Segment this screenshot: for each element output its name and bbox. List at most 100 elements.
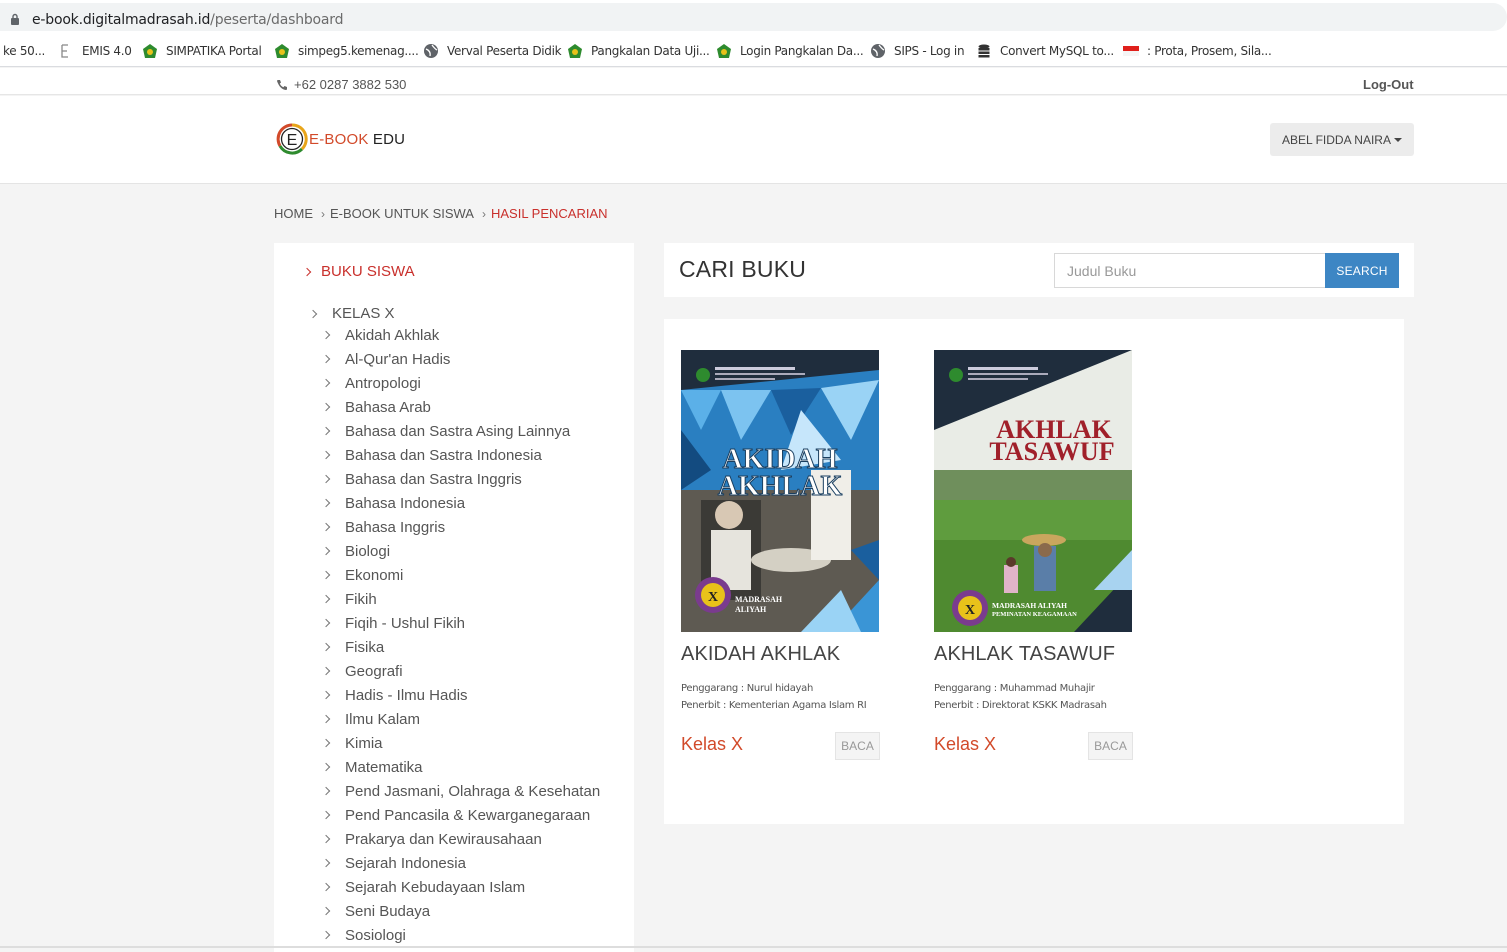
chevron-right-icon xyxy=(321,570,331,580)
book-footer: Kelas X BACA xyxy=(934,730,1134,760)
bookmark-item[interactable]: ke 50... xyxy=(3,41,45,61)
chevron-right-icon: › xyxy=(481,206,486,221)
sidebar-subject-label: Pend Pancasila & Kewarganegaraan xyxy=(345,806,591,824)
book-title[interactable]: AKIDAH AKHLAK xyxy=(681,643,881,666)
search-panel: CARI BUKU SEARCH xyxy=(664,243,1414,297)
bookmark-item[interactable]: Pangkalan Data Uji... xyxy=(567,41,710,61)
sidebar-subject-item[interactable]: Bahasa dan Sastra Indonesia xyxy=(321,443,600,467)
book-author: Penggarang : Muhammad Muhajir xyxy=(934,683,1095,694)
sidebar-subject-item[interactable]: Bahasa Inggris xyxy=(321,515,600,539)
book-cover[interactable]: X MADRASAH ALIYAH PEMINATAN KEAGAMAAN AK… xyxy=(934,350,1132,632)
sidebar-subject-item[interactable]: Fisika xyxy=(321,635,600,659)
bookmark-item[interactable]: simpeg5.kemenag.... xyxy=(274,41,419,61)
sidebar-item-kelas-x[interactable]: KELAS X xyxy=(308,305,395,322)
sidebar-subject-label: Biologi xyxy=(345,542,391,560)
sidebar-subject-item[interactable]: Bahasa Arab xyxy=(321,395,600,419)
kemenag-icon xyxy=(143,44,157,58)
sidebar-subject-label: Sejarah Indonesia xyxy=(345,854,466,872)
url-text: e-book.digitalmadrasah.id/peserta/dashbo… xyxy=(32,12,344,28)
chevron-right-icon xyxy=(321,594,331,604)
bookmark-item[interactable]: Convert MySQL to... xyxy=(976,41,1114,61)
bookmark-item[interactable]: Login Pangkalan Da... xyxy=(716,41,864,61)
sidebar-subject-item[interactable]: Ilmu Kalam xyxy=(321,707,600,731)
chevron-right-icon xyxy=(321,906,331,916)
sidebar-subject-label: Bahasa Indonesia xyxy=(345,494,466,512)
user-name: ABEL FIDDA NAIRA xyxy=(1282,132,1391,147)
sidebar-subject-item[interactable]: Bahasa Indonesia xyxy=(321,491,600,515)
sidebar-subject-item[interactable]: Hadis - Ilmu Hadis xyxy=(321,683,600,707)
cover-subtitle-line1: MADRASAH ALIYAH xyxy=(992,601,1067,610)
sidebar-subject-item[interactable]: Pend Pancasila & Kewarganegaraan xyxy=(321,803,600,827)
sidebar-subject-item[interactable]: Bahasa dan Sastra Inggris xyxy=(321,467,600,491)
logo-text-ebook: E-BOOK xyxy=(309,130,369,148)
chevron-right-icon xyxy=(321,450,331,460)
sidebar-subject-item[interactable]: Geografi xyxy=(321,659,600,683)
contact-phone: +62 0287 3882 530 xyxy=(276,77,406,92)
sidebar-subject-item[interactable]: Sosiologi xyxy=(321,923,600,947)
breadcrumb-current: HASIL PENCARIAN xyxy=(490,206,608,221)
sidebar-subject-item[interactable]: Sejarah Kebudayaan Islam xyxy=(321,875,600,899)
cover-subtitle-line1: MADRASAH xyxy=(735,595,783,604)
bookmark-label: : Prota, Prosem, Sila... xyxy=(1147,44,1272,58)
bookmark-item[interactable]: Verval Peserta Didik xyxy=(423,41,562,61)
caret-down-icon xyxy=(1393,137,1402,142)
cover-badge-letter: X xyxy=(965,603,975,618)
sidebar-subject-item[interactable]: Pend Jasmani, Olahraga & Kesehatan xyxy=(321,779,601,803)
sidebar-heading-buku-siswa[interactable]: BUKU SISWA xyxy=(302,263,415,280)
logout-link[interactable]: Log-Out xyxy=(1363,77,1414,92)
sidebar-subject-item[interactable]: Kimia xyxy=(321,731,600,755)
bookmark-label: Convert MySQL to... xyxy=(1000,44,1114,58)
breadcrumb-ebook-siswa[interactable]: E-BOOK UNTUK SISWA xyxy=(330,206,474,221)
sidebar-subject-item[interactable]: Ekonomi xyxy=(321,563,600,587)
bookmark-item[interactable]: : Prota, Prosem, Sila... xyxy=(1123,41,1272,61)
sidebar-kelas-label: KELAS X xyxy=(332,305,395,322)
sidebar-subject-label: Geografi xyxy=(345,662,403,680)
sidebar-subject-item[interactable]: Akidah Akhlak xyxy=(321,323,600,347)
chevron-right-icon xyxy=(321,354,331,364)
bookmark-label: Verval Peserta Didik xyxy=(447,44,562,58)
bookmark-item[interactable]: SIPS - Log in xyxy=(870,41,965,61)
sidebar-subject-item[interactable]: Sejarah Indonesia xyxy=(321,851,600,875)
sidebar-subject-item[interactable]: Prakarya dan Kewirausahaan xyxy=(321,827,600,851)
bookmark-label: simpeg5.kemenag.... xyxy=(298,44,419,58)
read-button[interactable]: BACA xyxy=(1088,732,1133,760)
user-menu-button[interactable]: ABEL FIDDA NAIRA xyxy=(1270,123,1414,156)
chevron-right-icon xyxy=(321,930,331,940)
bookmark-item[interactable]: SIMPATIKA Portal xyxy=(142,41,262,61)
site-logo[interactable]: E E-BOOK EDU xyxy=(276,123,405,155)
book-footer: Kelas X BACA xyxy=(681,730,881,760)
sidebar-subject-item[interactable]: Fiqih - Ushul Fikih xyxy=(321,611,600,635)
sidebar-subject-item[interactable]: Antropologi xyxy=(321,371,600,395)
bookmark-label: ke 50... xyxy=(3,44,46,58)
sidebar-subject-label: Al-Qur'an Hadis xyxy=(345,350,451,368)
sidebar-subject-label: Bahasa dan Sastra Inggris xyxy=(345,470,522,488)
breadcrumb-home[interactable]: HOME xyxy=(274,206,313,221)
search-title: CARI BUKU xyxy=(679,256,807,282)
chevron-right-icon xyxy=(321,690,331,700)
book-title[interactable]: AKHLAK TASAWUF xyxy=(934,643,1134,666)
chevron-right-icon xyxy=(321,378,331,388)
sidebar-subject-item[interactable]: Al-Qur'an Hadis xyxy=(321,347,600,371)
chevron-right-icon xyxy=(321,522,331,532)
chevron-right-icon xyxy=(321,498,331,508)
book-cover[interactable]: X MADRASAH ALIYAH AKIDAH AKHLAK xyxy=(681,350,879,632)
book-card: X MADRASAH ALIYAH AKIDAH AKHLAK AKIDAH A… xyxy=(681,350,881,760)
sidebar-subject-item[interactable]: Fikih xyxy=(321,587,600,611)
search-input[interactable] xyxy=(1054,253,1326,288)
sidebar-subject-item[interactable]: Biologi xyxy=(321,539,600,563)
chevron-right-icon xyxy=(321,666,331,676)
url-field[interactable]: e-book.digitalmadrasah.id/peserta/dashbo… xyxy=(0,3,1507,31)
read-button[interactable]: BACA xyxy=(835,732,880,760)
sidebar-subject-item[interactable]: Matematika xyxy=(321,755,600,779)
sidebar-subject-label: Pend Jasmani, Olahraga & Kesehatan xyxy=(345,782,601,800)
sidebar-subject-item[interactable]: Bahasa dan Sastra Asing Lainnya xyxy=(321,419,600,443)
globe-icon xyxy=(424,44,438,58)
book-meta: Penggarang : Muhammad Muhajir Penerbit :… xyxy=(934,680,1134,714)
book-meta: Penggarang : Nurul hidayah Penerbit : Ke… xyxy=(681,680,881,714)
chevron-right-icon xyxy=(321,882,331,892)
sidebar-subject-label: Fikih xyxy=(345,590,377,608)
sidebar-subject-item[interactable]: Seni Budaya xyxy=(321,899,600,923)
bookmark-item[interactable]: EMIS 4.0 xyxy=(58,41,132,61)
book-kelas: Kelas X xyxy=(934,734,997,754)
search-button[interactable]: SEARCH xyxy=(1325,253,1399,288)
